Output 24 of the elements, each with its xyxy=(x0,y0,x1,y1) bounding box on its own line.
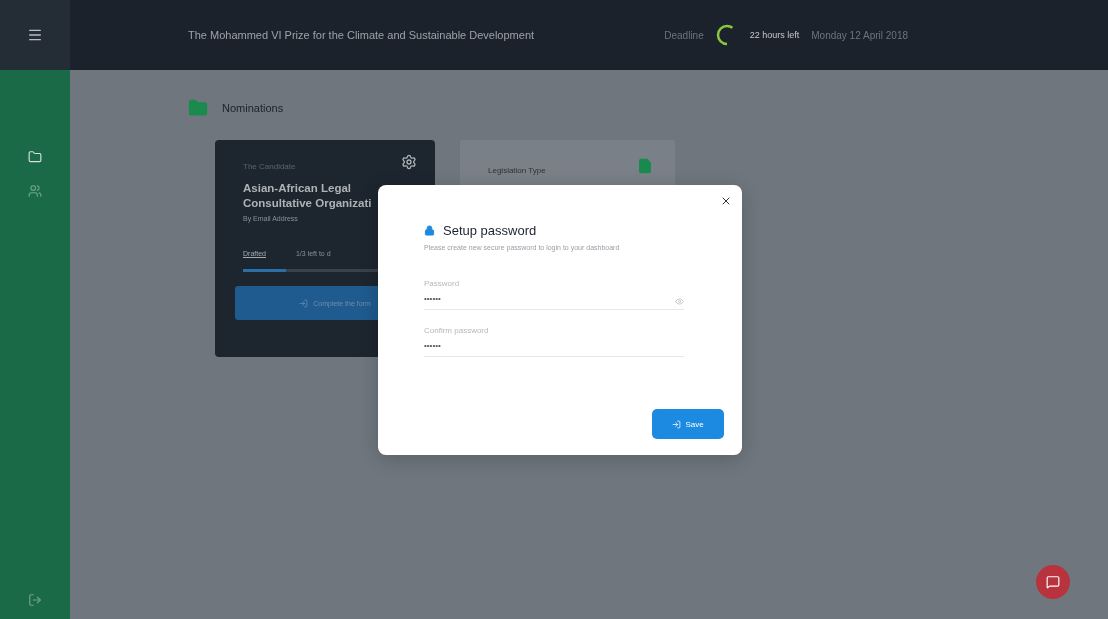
page-title: Nominations xyxy=(222,102,284,114)
chat-button[interactable] xyxy=(1036,565,1070,599)
login-icon xyxy=(672,419,682,429)
dialog-title: Setup password xyxy=(443,223,537,238)
password-field[interactable]: •••••• xyxy=(424,341,624,350)
field-label: Confirm password xyxy=(424,326,490,335)
countdown-text: 22 hours left xyxy=(749,30,800,40)
logout-icon[interactable] xyxy=(28,593,42,607)
lock-icon xyxy=(424,225,435,236)
folder-icon[interactable] xyxy=(28,150,42,164)
login-icon xyxy=(299,298,309,308)
card-title: Legislation Type xyxy=(488,166,546,177)
people-icon[interactable] xyxy=(28,184,42,198)
close-button[interactable] xyxy=(720,195,732,207)
settings-icon[interactable] xyxy=(401,154,417,170)
save-button[interactable]: Save xyxy=(652,409,724,439)
menu-icon xyxy=(27,27,43,43)
field-label: Password xyxy=(424,279,461,288)
date-text: Monday 12 April 2018 xyxy=(811,29,908,41)
app-title: The Mohammed VI Prize for the Climate and Sustainable Development xyxy=(188,29,535,41)
card-title: Asian-African Legal Consultative Organizati xyxy=(243,181,373,211)
chat-icon xyxy=(1046,575,1060,589)
deadline-label: Deadline xyxy=(664,29,704,41)
document-icon xyxy=(637,158,653,174)
